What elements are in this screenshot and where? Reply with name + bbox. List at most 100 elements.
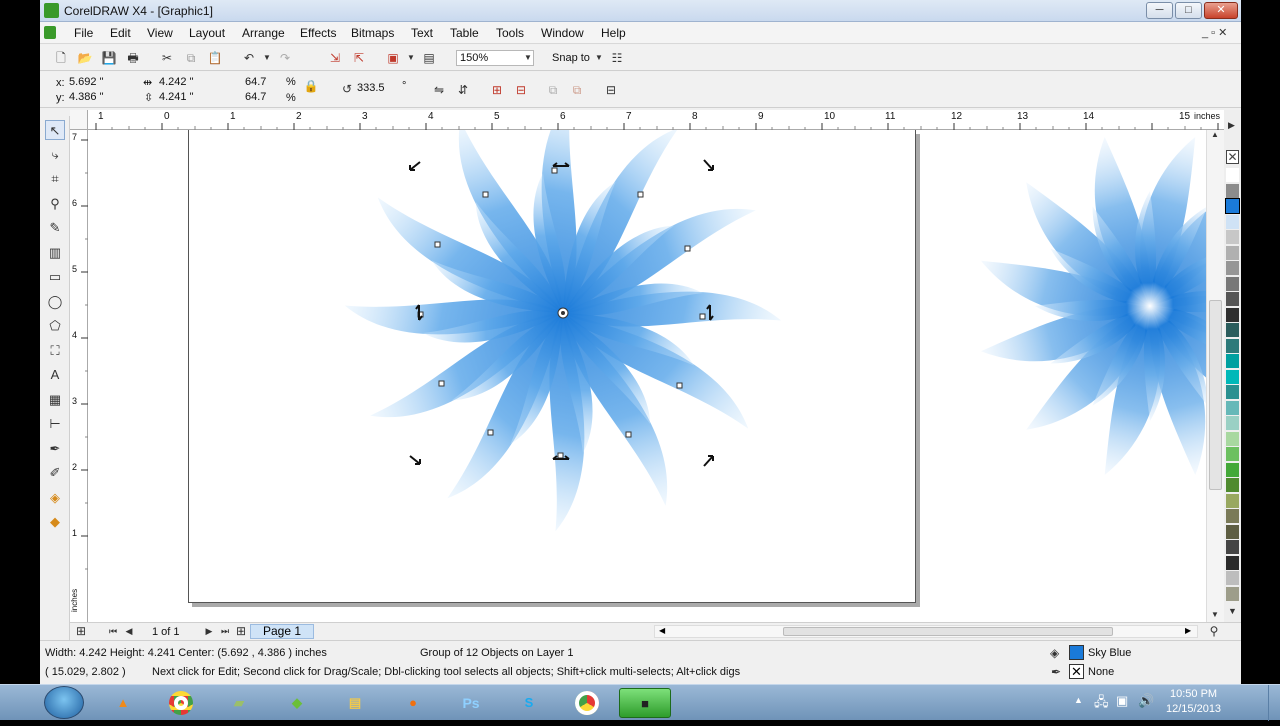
menu-help[interactable]: Help	[601, 26, 626, 40]
tray-expand-icon[interactable]: ▲	[1074, 695, 1083, 705]
x-position-field[interactable]: 5.692 "	[66, 75, 136, 91]
taskbar-coreldraw-icon[interactable]: ◆	[271, 688, 323, 718]
color-swatch[interactable]	[1226, 369, 1239, 384]
menu-table[interactable]: Table	[450, 26, 479, 40]
ellipse-tool-icon[interactable]: ◯	[45, 292, 65, 312]
taskbar-chrome-2-icon[interactable]	[561, 688, 613, 718]
redo-icon[interactable]: ↷	[276, 49, 294, 67]
page-tab[interactable]: Page 1	[250, 624, 314, 639]
scroll-right-icon[interactable]: ▶	[1185, 626, 1191, 635]
outline-none-swatch[interactable]: ✕	[1069, 664, 1084, 679]
break-apart-icon[interactable]: ⧉	[568, 81, 586, 99]
mirror-horizontal-icon[interactable]: ⇋	[430, 81, 448, 99]
vertical-scrollbar[interactable]: ▲ ▼	[1206, 130, 1224, 622]
menu-text[interactable]: Text	[411, 26, 433, 40]
menu-effects[interactable]: Effects	[300, 26, 336, 40]
table-tool-icon[interactable]: ▦	[45, 390, 65, 410]
taskbar-skype-icon[interactable]: S	[503, 688, 555, 718]
freehand-tool-icon[interactable]: ✎	[45, 218, 65, 238]
welcome-screen-icon[interactable]: ▤	[420, 49, 438, 67]
polygon-tool-icon[interactable]: ⬠	[45, 316, 65, 336]
undo-dropdown-icon[interactable]: ▼	[258, 49, 276, 67]
color-swatch[interactable]	[1226, 586, 1239, 601]
taskbar-photoshop-icon[interactable]: Ps	[445, 688, 497, 718]
cut-icon[interactable]: ✂	[158, 49, 176, 67]
color-swatch[interactable]	[1226, 416, 1239, 430]
navigator-icon[interactable]: ⚲	[1205, 623, 1223, 639]
color-swatch[interactable]	[1226, 540, 1239, 554]
menu-view[interactable]: View	[147, 26, 173, 40]
ungroup-icon[interactable]: ⊟	[512, 81, 530, 99]
zoom-tool-icon[interactable]: ⚲	[45, 194, 65, 214]
color-swatch[interactable]	[1226, 183, 1239, 198]
object-width-field[interactable]: 4.242 "	[156, 75, 226, 91]
eyedropper-tool-icon[interactable]: ✒	[45, 439, 65, 459]
tray-network-icon[interactable]: 🖧	[1094, 693, 1109, 715]
vertical-ruler[interactable]: 7 6 5 4 3 2 1 inches	[70, 130, 88, 622]
color-swatch[interactable]	[1226, 292, 1239, 306]
doc-window-controls[interactable]: _ ▫ ✕	[1202, 26, 1227, 39]
horizontal-ruler[interactable]: 1 0 1 2 3 4 5 6 7 8 9 10 11 12 13 14 15 …	[88, 110, 1236, 130]
snap-to-button[interactable]: Snap to	[552, 52, 590, 64]
fill-color-swatch[interactable]	[1069, 645, 1084, 660]
interactive-fill-tool-icon[interactable]: ◆	[45, 512, 65, 532]
open-folder-icon[interactable]: 📂	[76, 49, 94, 67]
application-launcher-icon[interactable]: ▣	[384, 49, 402, 67]
taskbar-explorer-icon[interactable]: ▤	[329, 688, 381, 718]
start-button[interactable]	[44, 686, 84, 719]
undo-icon[interactable]: ↶	[240, 49, 258, 67]
export-icon[interactable]: ⇱	[350, 49, 368, 67]
no-color-swatch[interactable]: ✕	[1226, 150, 1239, 164]
paste-icon[interactable]: 📋	[206, 49, 224, 67]
color-swatch[interactable]	[1226, 400, 1239, 415]
scroll-down-icon[interactable]: ▼	[1211, 610, 1219, 619]
menu-arrange[interactable]: Arrange	[242, 26, 285, 40]
close-button[interactable]: ✕	[1204, 2, 1238, 19]
mirror-vertical-icon[interactable]: ⇵	[454, 81, 472, 99]
menu-layout[interactable]: Layout	[189, 26, 225, 40]
zoom-dropdown-icon[interactable]: ▼	[519, 49, 537, 67]
snap-to-dropdown-icon[interactable]: ▼	[590, 49, 608, 67]
color-swatch[interactable]	[1226, 276, 1239, 291]
spiral-flower-group[interactable]	[342, 130, 784, 534]
new-document-icon[interactable]: 🗋	[52, 49, 70, 67]
rectangle-tool-icon[interactable]: ▭	[45, 267, 65, 287]
color-swatch[interactable]	[1226, 555, 1239, 570]
color-swatch[interactable]	[1226, 447, 1239, 461]
print-icon[interactable]: 🖶	[124, 49, 142, 67]
palette-scroll-down-icon[interactable]: ▼	[1228, 606, 1237, 616]
object-height-field[interactable]: 4.241 "	[156, 90, 226, 106]
rotation-angle-field[interactable]: 333.5	[354, 81, 398, 97]
ruler-corner[interactable]	[70, 110, 88, 130]
scale-x-field[interactable]: 64.7	[242, 75, 284, 91]
show-desktop-button[interactable]	[1268, 685, 1280, 721]
palette-scroll-up-icon[interactable]: ▶	[1228, 120, 1235, 131]
previous-page-icon[interactable]: ◀	[120, 623, 138, 639]
save-icon[interactable]: 💾	[100, 49, 118, 67]
color-swatch[interactable]	[1226, 571, 1239, 585]
menu-file[interactable]: File	[74, 26, 93, 40]
taskbar-recorder-icon[interactable]: ■	[619, 688, 671, 718]
options-icon[interactable]: ☷	[608, 49, 626, 67]
color-swatch[interactable]	[1226, 478, 1239, 492]
basic-shapes-tool-icon[interactable]: ⛶	[45, 341, 65, 361]
color-swatch[interactable]	[1225, 198, 1240, 214]
copy-icon[interactable]: ⧉	[182, 49, 200, 67]
color-swatch[interactable]	[1226, 354, 1239, 368]
group-icon[interactable]: ⊞	[488, 81, 506, 99]
shape-tool-icon[interactable]: ⤷	[45, 145, 65, 165]
h-scroll-thumb[interactable]	[783, 627, 1113, 636]
color-swatch[interactable]	[1226, 509, 1239, 523]
tray-clock-time[interactable]: 10:50 PM	[1170, 688, 1217, 700]
color-swatch[interactable]	[1226, 323, 1239, 337]
color-swatch[interactable]	[1226, 431, 1239, 446]
color-swatch[interactable]	[1226, 493, 1239, 508]
scale-y-field[interactable]: 64.7	[242, 90, 284, 106]
lock-ratio-icon[interactable]: 🔒	[302, 77, 320, 95]
color-swatch[interactable]	[1226, 245, 1239, 260]
color-swatch[interactable]	[1226, 385, 1239, 399]
color-swatch[interactable]	[1226, 230, 1239, 244]
maximize-button[interactable]: □	[1175, 2, 1202, 19]
crop-tool-icon[interactable]: ⌗	[45, 169, 65, 189]
menu-bitmaps[interactable]: Bitmaps	[351, 26, 394, 40]
